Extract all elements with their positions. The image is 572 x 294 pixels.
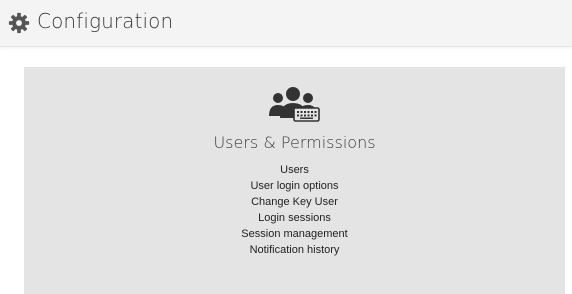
users-keyboard-icon	[269, 87, 320, 122]
link-notification-history[interactable]: Notification history	[24, 242, 565, 258]
users-permissions-panel: Users & Permissions Users User login opt…	[24, 67, 565, 294]
link-session-management[interactable]: Session management	[24, 226, 565, 242]
users-permissions-links: Users User login options Change Key User…	[24, 162, 565, 258]
link-change-key-user[interactable]: Change Key User	[24, 194, 565, 210]
page-header: Configuration	[0, 0, 572, 47]
page-title: Configuration	[37, 9, 174, 33]
gear-icon	[8, 12, 30, 34]
link-users[interactable]: Users	[24, 162, 565, 178]
panel-title: Users & Permissions	[213, 133, 376, 152]
link-user-login-options[interactable]: User login options	[24, 178, 565, 194]
link-login-sessions[interactable]: Login sessions	[24, 210, 565, 226]
